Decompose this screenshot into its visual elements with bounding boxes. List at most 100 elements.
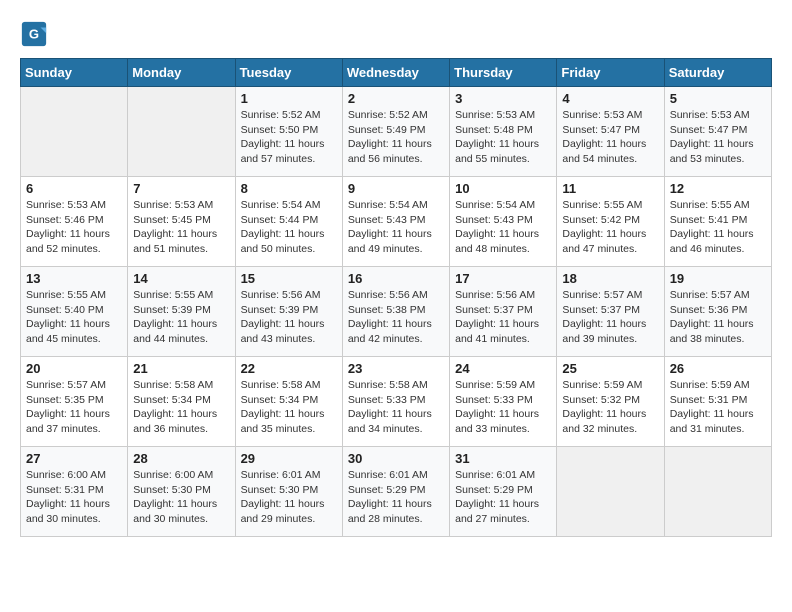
day-info: Sunrise: 5:55 AMSunset: 5:39 PMDaylight:… (133, 288, 229, 347)
day-info: Sunrise: 5:54 AMSunset: 5:43 PMDaylight:… (348, 198, 444, 257)
day-number: 10 (455, 181, 551, 196)
calendar-cell (664, 447, 771, 537)
calendar-table: SundayMondayTuesdayWednesdayThursdayFrid… (20, 58, 772, 537)
calendar-cell: 10 Sunrise: 5:54 AMSunset: 5:43 PMDayligh… (450, 177, 557, 267)
header-row: SundayMondayTuesdayWednesdayThursdayFrid… (21, 59, 772, 87)
day-info: Sunrise: 5:56 AMSunset: 5:37 PMDaylight:… (455, 288, 551, 347)
day-info: Sunrise: 5:54 AMSunset: 5:43 PMDaylight:… (455, 198, 551, 257)
calendar-cell: 28 Sunrise: 6:00 AMSunset: 5:30 PMDayligh… (128, 447, 235, 537)
calendar-cell: 4 Sunrise: 5:53 AMSunset: 5:47 PMDaylight… (557, 87, 664, 177)
day-info: Sunrise: 5:53 AMSunset: 5:47 PMDaylight:… (562, 108, 658, 167)
week-row-4: 20 Sunrise: 5:57 AMSunset: 5:35 PMDayligh… (21, 357, 772, 447)
day-number: 21 (133, 361, 229, 376)
calendar-cell: 3 Sunrise: 5:53 AMSunset: 5:48 PMDaylight… (450, 87, 557, 177)
calendar-cell (557, 447, 664, 537)
calendar-cell: 16 Sunrise: 5:56 AMSunset: 5:38 PMDayligh… (342, 267, 449, 357)
calendar-cell: 22Sunrise: 5:58 AMSunset: 5:34 PMDayligh… (235, 357, 342, 447)
calendar-cell: 5 Sunrise: 5:53 AMSunset: 5:47 PMDaylight… (664, 87, 771, 177)
svg-text:G: G (29, 27, 39, 42)
day-number: 14 (133, 271, 229, 286)
calendar-cell: 12 Sunrise: 5:55 AMSunset: 5:41 PMDayligh… (664, 177, 771, 267)
day-number: 4 (562, 91, 658, 106)
day-number: 9 (348, 181, 444, 196)
day-number: 2 (348, 91, 444, 106)
logo: G (20, 20, 52, 48)
day-number: 28 (133, 451, 229, 466)
calendar-cell: 17 Sunrise: 5:56 AMSunset: 5:37 PMDayligh… (450, 267, 557, 357)
day-number: 17 (455, 271, 551, 286)
day-number: 25 (562, 361, 658, 376)
day-info: Sunrise: 5:53 AMSunset: 5:46 PMDaylight:… (26, 198, 122, 257)
day-info: Sunrise: 6:00 AMSunset: 5:31 PMDaylight:… (26, 468, 122, 527)
calendar-cell: 1 Sunrise: 5:52 AMSunset: 5:50 PMDaylight… (235, 87, 342, 177)
day-info: Sunrise: 5:53 AMSunset: 5:45 PMDaylight:… (133, 198, 229, 257)
day-info: Sunrise: 6:01 AMSunset: 5:29 PMDaylight:… (348, 468, 444, 527)
day-number: 15 (241, 271, 337, 286)
day-number: 29 (241, 451, 337, 466)
day-number: 24 (455, 361, 551, 376)
calendar-cell: 25 Sunrise: 5:59 AMSunset: 5:32 PMDayligh… (557, 357, 664, 447)
week-row-1: 1 Sunrise: 5:52 AMSunset: 5:50 PMDaylight… (21, 87, 772, 177)
calendar-cell: 24 Sunrise: 5:59 AMSunset: 5:33 PMDayligh… (450, 357, 557, 447)
calendar-cell: 15 Sunrise: 5:56 AMSunset: 5:39 PMDayligh… (235, 267, 342, 357)
day-info: Sunrise: 5:53 AMSunset: 5:47 PMDaylight:… (670, 108, 766, 167)
column-header-sunday: Sunday (21, 59, 128, 87)
day-number: 23 (348, 361, 444, 376)
day-info: Sunrise: 5:58 AMSunset: 5:34 PMDaylight:… (133, 378, 229, 437)
day-info: Sunrise: 5:55 AMSunset: 5:41 PMDaylight:… (670, 198, 766, 257)
calendar-cell: 8Sunrise: 5:54 AMSunset: 5:44 PMDaylight… (235, 177, 342, 267)
calendar-cell: 13Sunrise: 5:55 AMSunset: 5:40 PMDayligh… (21, 267, 128, 357)
day-info: Sunrise: 6:01 AMSunset: 5:30 PMDaylight:… (241, 468, 337, 527)
day-number: 19 (670, 271, 766, 286)
column-header-saturday: Saturday (664, 59, 771, 87)
week-row-5: 27 Sunrise: 6:00 AMSunset: 5:31 PMDayligh… (21, 447, 772, 537)
calendar-cell: 9 Sunrise: 5:54 AMSunset: 5:43 PMDaylight… (342, 177, 449, 267)
day-number: 27 (26, 451, 122, 466)
day-number: 22 (241, 361, 337, 376)
calendar-cell: 23 Sunrise: 5:58 AMSunset: 5:33 PMDayligh… (342, 357, 449, 447)
day-info: Sunrise: 5:52 AMSunset: 5:49 PMDaylight:… (348, 108, 444, 167)
day-info: Sunrise: 5:58 AMSunset: 5:33 PMDaylight:… (348, 378, 444, 437)
calendar-cell (128, 87, 235, 177)
calendar-cell: 20 Sunrise: 5:57 AMSunset: 5:35 PMDayligh… (21, 357, 128, 447)
day-number: 26 (670, 361, 766, 376)
column-header-wednesday: Wednesday (342, 59, 449, 87)
day-info: Sunrise: 5:59 AMSunset: 5:32 PMDaylight:… (562, 378, 658, 437)
day-info: Sunrise: 5:57 AMSunset: 5:37 PMDaylight:… (562, 288, 658, 347)
day-info: Sunrise: 5:56 AMSunset: 5:38 PMDaylight:… (348, 288, 444, 347)
calendar-cell: 11Sunrise: 5:55 AMSunset: 5:42 PMDayligh… (557, 177, 664, 267)
column-header-tuesday: Tuesday (235, 59, 342, 87)
calendar-cell: 14 Sunrise: 5:55 AMSunset: 5:39 PMDayligh… (128, 267, 235, 357)
week-row-3: 13Sunrise: 5:55 AMSunset: 5:40 PMDayligh… (21, 267, 772, 357)
day-info: Sunrise: 5:59 AMSunset: 5:33 PMDaylight:… (455, 378, 551, 437)
day-info: Sunrise: 5:55 AMSunset: 5:40 PMDaylight:… (26, 288, 122, 347)
day-info: Sunrise: 5:53 AMSunset: 5:48 PMDaylight:… (455, 108, 551, 167)
day-info: Sunrise: 6:00 AMSunset: 5:30 PMDaylight:… (133, 468, 229, 527)
day-number: 3 (455, 91, 551, 106)
calendar-cell (21, 87, 128, 177)
calendar-cell: 7Sunrise: 5:53 AMSunset: 5:45 PMDaylight… (128, 177, 235, 267)
page-header: G (20, 20, 772, 48)
calendar-cell: 6Sunrise: 5:53 AMSunset: 5:46 PMDaylight… (21, 177, 128, 267)
calendar-cell: 26Sunrise: 5:59 AMSunset: 5:31 PMDayligh… (664, 357, 771, 447)
calendar-cell: 2 Sunrise: 5:52 AMSunset: 5:49 PMDaylight… (342, 87, 449, 177)
day-info: Sunrise: 6:01 AMSunset: 5:29 PMDaylight:… (455, 468, 551, 527)
day-info: Sunrise: 5:57 AMSunset: 5:35 PMDaylight:… (26, 378, 122, 437)
day-number: 18 (562, 271, 658, 286)
day-number: 12 (670, 181, 766, 196)
column-header-friday: Friday (557, 59, 664, 87)
day-info: Sunrise: 5:52 AMSunset: 5:50 PMDaylight:… (241, 108, 337, 167)
day-number: 1 (241, 91, 337, 106)
calendar-cell: 27 Sunrise: 6:00 AMSunset: 5:31 PMDayligh… (21, 447, 128, 537)
day-number: 8 (241, 181, 337, 196)
logo-icon: G (20, 20, 48, 48)
day-info: Sunrise: 5:56 AMSunset: 5:39 PMDaylight:… (241, 288, 337, 347)
day-number: 20 (26, 361, 122, 376)
calendar-cell: 18 Sunrise: 5:57 AMSunset: 5:37 PMDayligh… (557, 267, 664, 357)
day-info: Sunrise: 5:55 AMSunset: 5:42 PMDaylight:… (562, 198, 658, 257)
day-number: 16 (348, 271, 444, 286)
calendar-cell: 19 Sunrise: 5:57 AMSunset: 5:36 PMDayligh… (664, 267, 771, 357)
day-info: Sunrise: 5:57 AMSunset: 5:36 PMDaylight:… (670, 288, 766, 347)
day-number: 30 (348, 451, 444, 466)
day-number: 5 (670, 91, 766, 106)
